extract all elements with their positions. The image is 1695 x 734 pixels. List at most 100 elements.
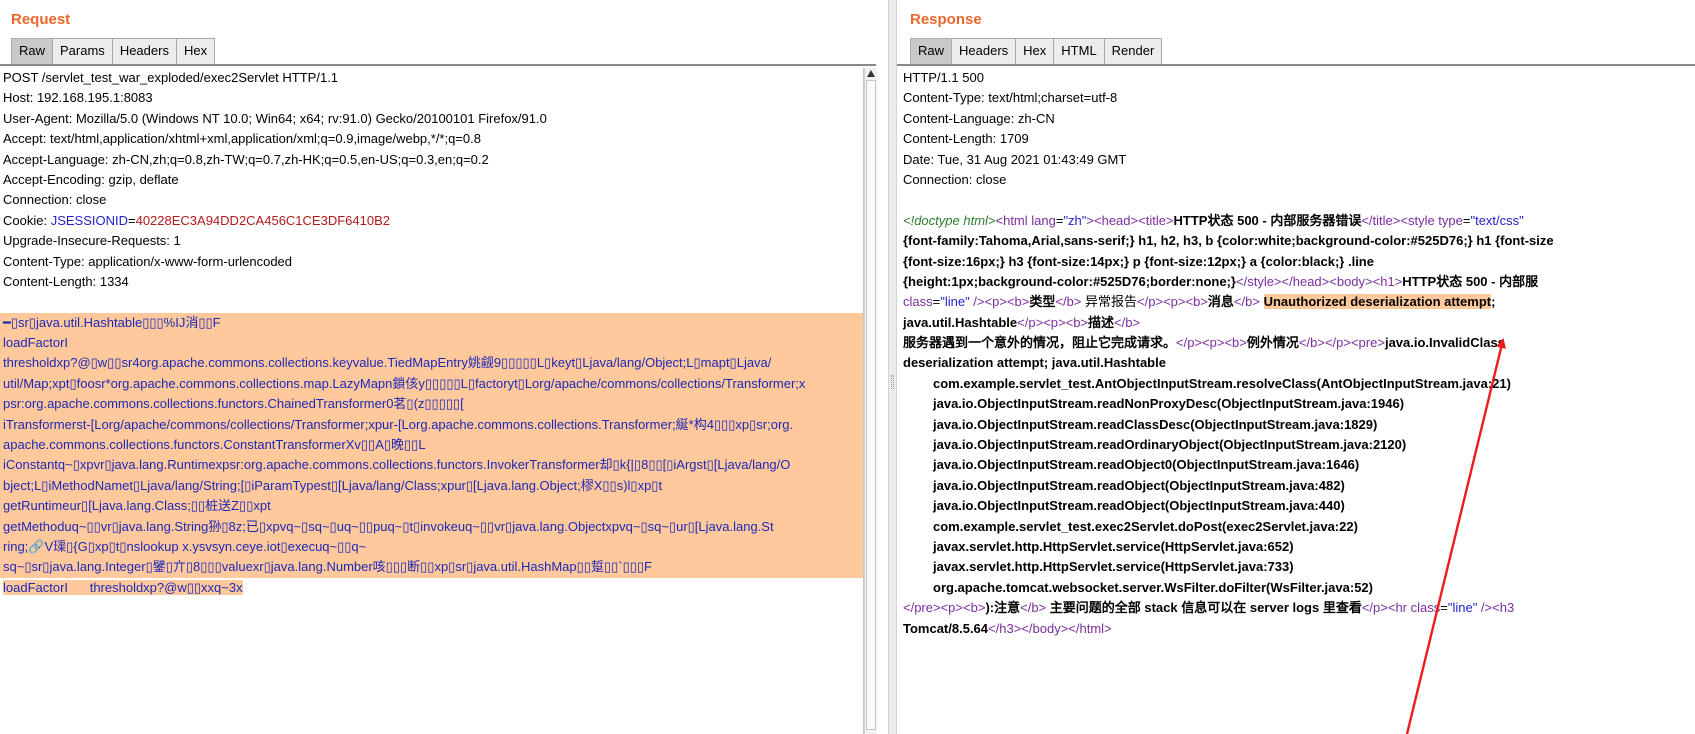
response-tabs: Raw Headers Hex HTML Render <box>910 38 1163 64</box>
cookie-prefix: Cookie: <box>3 212 51 228</box>
response-editor[interactable]: HTTP/1.1 500 Content-Type: text/html;cha… <box>897 68 1695 734</box>
stack-frame: org.apache.tomcat.websocket.server.WsFil… <box>933 579 1373 595</box>
payload-last-text: loadFactorI thresholdxp?@w▯▯xxq~3x <box>3 579 243 595</box>
cookie-eq: = <box>128 212 136 228</box>
html-line-5: class="line" /><p><b>类型</b> 异常报告</p><p><… <box>897 292 1695 312</box>
body-tag: <body> <box>1329 273 1373 289</box>
payload-line: bject;L▯iMethodNamet▯Ljava/lang/String;[… <box>3 477 663 493</box>
html-line-8: deserialization attempt; java.util.Hasht… <box>903 355 1166 371</box>
message-label: 消息 <box>1207 294 1234 310</box>
note-label: ):注意 <box>985 600 1021 616</box>
desc-label: 描述 <box>1088 314 1115 330</box>
h1-tag: <h1> <box>1372 273 1403 289</box>
p-tag: <p> <box>1202 335 1225 351</box>
b-close: </b> <box>1020 600 1047 616</box>
serialized-payload: ━▯sr▯java.util.Hashtable▯▯▯%IJ消▯▯F loadF… <box>0 312 863 578</box>
stack-frame: java.io.ObjectInputStream.readObject(Obj… <box>933 498 1345 514</box>
cookie-header: Cookie: JSESSIONID=40228EC3A94DD2CA456C1… <box>0 211 863 231</box>
payload-line: sq~▯sr▯java.lang.Integer▯鐾▯亣▯8▯▯▯valuexr… <box>3 559 652 575</box>
tab-raw[interactable]: Raw <box>11 38 54 64</box>
title-tag: <title> <box>1138 212 1174 228</box>
tab-hex[interactable]: Hex <box>175 38 216 64</box>
doctype: <!doctype html> <box>903 212 996 228</box>
css-text: {height:1px;background-color:#525D76;bor… <box>903 273 1236 289</box>
content-length-header: Content-Length: 1334 <box>3 273 129 289</box>
b-tag: <b> <box>1065 314 1089 330</box>
request-editor[interactable]: POST /servlet_test_war_exploded/exec2Ser… <box>0 68 864 734</box>
b-tag: <b> <box>1006 294 1030 310</box>
request-scrollbar[interactable] <box>864 68 877 734</box>
lang-val: "zh" <box>1063 212 1087 228</box>
tab-hex[interactable]: Hex <box>1015 38 1055 64</box>
content-length-header: Content-Length: 1709 <box>903 131 1029 147</box>
scroll-up-icon[interactable] <box>867 70 875 77</box>
p-close: </p> <box>1137 294 1164 310</box>
stack-frame: java.io.ObjectInputStream.readNonProxyDe… <box>933 396 1405 412</box>
class-val: "line" <box>1447 600 1478 616</box>
tab-params[interactable]: Params <box>52 38 113 64</box>
payload-line: iConstantq~▯xpvr▯java.lang.Runtimexpsr:o… <box>3 457 791 473</box>
html-line-20: </pre><p><b>):注意</b> 主要问题的全部 stack 信息可以在… <box>897 598 1695 618</box>
response-pane: Response Raw Headers Hex HTML Render HTT… <box>897 0 1695 734</box>
b-close: </b> <box>1055 294 1082 310</box>
splitter-grip-icon[interactable] <box>891 375 894 389</box>
content-language-header: Content-Language: zh-CN <box>903 110 1055 126</box>
accept-language-header: Accept-Language: zh-CN,zh;q=0.8,zh-TW;q=… <box>3 151 489 167</box>
content-type-header: Content-Type: text/html;charset=utf-8 <box>903 90 1118 106</box>
type-val: "text/css" <box>1470 212 1524 228</box>
html-tag: <html <box>995 212 1032 228</box>
title-text: HTTP状态 500 - 内部服务器错误 <box>1173 212 1362 228</box>
p-tag: <p> <box>940 600 964 616</box>
exception-text: java.io.InvalidClass <box>1384 335 1505 351</box>
response-title: Response <box>910 11 982 28</box>
hr-tag: <hr <box>1387 600 1411 616</box>
class-attr: class <box>1410 600 1441 616</box>
desc-text: 服务器遇到一个意外的情况，阻止它完成请求。 <box>903 335 1177 351</box>
stack-frame: javax.servlet.http.HttpServlet.service(H… <box>933 538 1294 554</box>
pane-splitter[interactable] <box>888 0 897 734</box>
cookie-value: 40228EC3A94DD2CA456C1CE3DF6410B2 <box>135 212 390 228</box>
b-tag: <b> <box>1224 335 1247 351</box>
request-pane: Request Raw Params Headers Hex POST /ser… <box>0 0 888 734</box>
tab-raw[interactable]: Raw <box>910 38 953 64</box>
payload-last-line: loadFactorI thresholdxp?@w▯▯xxq~3x <box>0 578 863 598</box>
p-close: </p> <box>1017 314 1044 330</box>
semicolon: ; <box>1491 294 1496 310</box>
html-line-21: Tomcat/8.5.64</h3></body></html> <box>897 619 1695 639</box>
tab-render[interactable]: Render <box>1103 38 1163 64</box>
tab-headers[interactable]: Headers <box>951 38 1017 64</box>
class-attr: class <box>903 294 933 310</box>
tab-rule <box>897 64 1695 67</box>
html-line-3: {font-size:16px;} h3 {font-size:14px;} p… <box>903 253 1374 269</box>
tab-headers[interactable]: Headers <box>111 38 177 64</box>
style-tag: <style <box>1400 212 1439 228</box>
scroll-thumb[interactable] <box>866 80 876 730</box>
stack-frame: java.io.ObjectInputStream.readOrdinaryOb… <box>933 437 1407 453</box>
payload-line: ━▯sr▯java.util.Hashtable▯▯▯%IJ消▯▯F <box>3 314 221 330</box>
tab-html[interactable]: HTML <box>1053 38 1105 64</box>
payload-line: thresholdxp?@▯w▯▯sr4org.apache.commons.c… <box>3 355 772 371</box>
p-tag: <p> <box>984 294 1007 310</box>
head-tag: <head> <box>1094 212 1139 228</box>
h1-text: HTTP状态 500 - 内部服 <box>1402 273 1539 289</box>
request-line: POST /servlet_test_war_exploded/exec2Ser… <box>3 70 339 85</box>
stack-frame: javax.servlet.http.HttpServlet.service(H… <box>933 559 1294 575</box>
b-close: </b> <box>1298 335 1325 351</box>
type-attr: type <box>1438 212 1463 228</box>
h3-tag: <h3 <box>1492 600 1515 616</box>
html-line-7: 服务器遇到一个意外的情况，阻止它完成请求。</p><p><b>例外情况</b><… <box>897 333 1695 353</box>
p-close: </p> <box>1176 335 1203 351</box>
pre-tag: <pre> <box>1350 335 1385 351</box>
cookie-name: JSESSIONID <box>50 212 128 228</box>
b-tag: <b> <box>963 600 986 616</box>
payload-line: getMethoduq~▯▯vr▯java.lang.String狲▯8z;已▯… <box>3 518 774 534</box>
self-close: /> <box>1477 600 1493 616</box>
content-type-header: Content-Type: application/x-www-form-url… <box>3 253 293 269</box>
gt: > <box>1086 212 1094 228</box>
html-line-2: {font-family:Tahoma,Arial,sans-serif;} h… <box>903 233 1554 249</box>
accept-encoding-header: Accept-Encoding: gzip, deflate <box>3 171 179 187</box>
stack-frame: java.io.ObjectInputStream.readObject0(Ob… <box>933 457 1360 473</box>
p-tag: <p> <box>1163 294 1186 310</box>
